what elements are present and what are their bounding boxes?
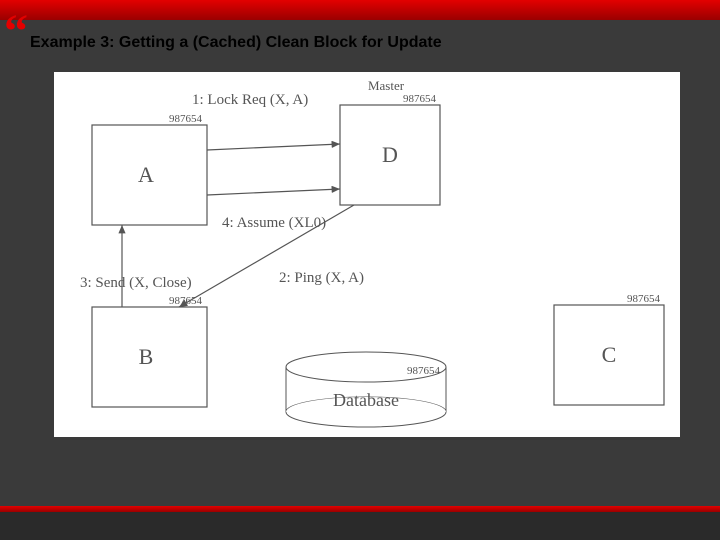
top-accent-bar xyxy=(0,0,720,20)
database-id: 987654 xyxy=(407,365,441,377)
database-node: 987654 Database xyxy=(286,352,446,427)
edge-lock-req xyxy=(207,144,340,150)
edge-assume xyxy=(207,189,340,195)
node-d-id: 987654 xyxy=(403,93,437,105)
diagram-canvas: 987654 A Master 987654 D 987654 B 987654… xyxy=(54,72,680,437)
node-c-id: 987654 xyxy=(627,293,661,305)
edge-4-label: 4: Assume (XL0) xyxy=(222,215,326,231)
edge-3-label: 3: Send (X, Close) xyxy=(80,275,192,291)
node-c: 987654 C xyxy=(554,293,664,405)
node-d: Master 987654 D xyxy=(340,78,440,205)
quote-decoration: “ xyxy=(4,18,28,47)
edge-2-label: 2: Ping (X, A) xyxy=(279,270,364,286)
edge-1-label: 1: Lock Req (X, A) xyxy=(192,92,308,108)
slide-title: Example 3: Getting a (Cached) Clean Bloc… xyxy=(30,34,442,52)
node-a-label: A xyxy=(138,162,154,187)
node-b-label: B xyxy=(139,344,154,369)
database-label: Database xyxy=(333,390,399,410)
bottom-dark-bar xyxy=(0,512,720,540)
node-a-id: 987654 xyxy=(169,113,203,125)
node-b: 987654 B xyxy=(92,295,207,407)
node-c-label: C xyxy=(602,342,617,367)
node-d-role: Master xyxy=(368,78,405,93)
node-d-label: D xyxy=(382,142,398,167)
node-a: 987654 A xyxy=(92,113,207,225)
